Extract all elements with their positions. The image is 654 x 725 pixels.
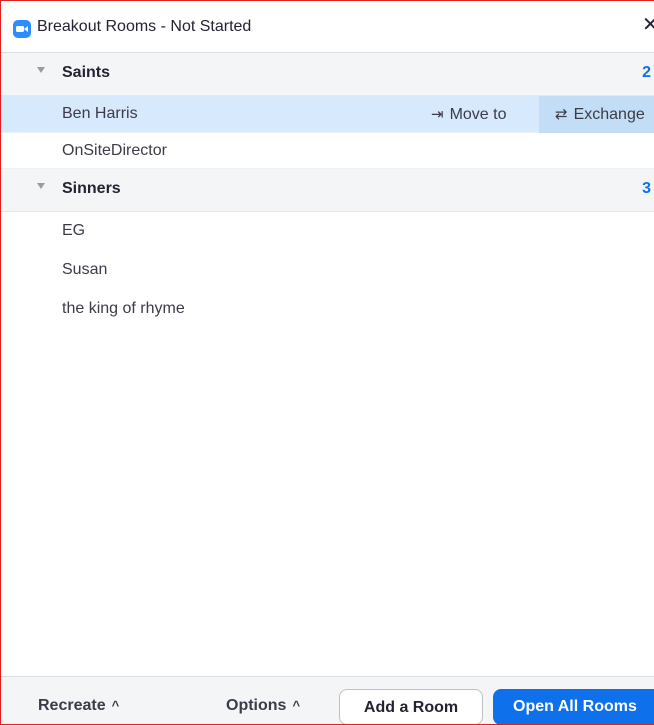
- participant-row[interactable]: Susan: [1, 251, 654, 290]
- room-participant-count: 2: [642, 64, 651, 81]
- participant-row[interactable]: Ben Harris ⇥ Move to ⇄ Exchange: [1, 96, 654, 133]
- move-to-icon: ⇥: [431, 106, 444, 123]
- exchange-label: Exchange: [573, 106, 645, 123]
- rooms-list: Saints 2 Ben Harris ⇥ Move to ⇄ Exchange O…: [1, 53, 654, 329]
- participant-row[interactable]: EG: [1, 212, 654, 251]
- participant-name: EG: [62, 222, 86, 239]
- zoom-camera-icon: [13, 20, 31, 38]
- room-header-saints[interactable]: Saints 2: [1, 53, 654, 96]
- participant-name: Susan: [62, 261, 108, 278]
- recreate-button[interactable]: Recreate ^: [38, 697, 119, 715]
- participant-name: OnSiteDirector: [62, 142, 167, 159]
- caret-down-icon[interactable]: [37, 183, 45, 189]
- chevron-up-icon: ^: [292, 698, 301, 713]
- exchange-icon: ⇄: [555, 106, 568, 123]
- participant-name: Ben Harris: [62, 105, 138, 122]
- participant-row[interactable]: the king of rhyme: [1, 290, 654, 329]
- add-room-button[interactable]: Add a Room: [339, 689, 483, 724]
- participant-name: the king of rhyme: [62, 300, 185, 317]
- room-name: Saints: [62, 64, 111, 81]
- title-bar: Breakout Rooms - Not Started ✕: [1, 1, 654, 53]
- participant-row[interactable]: OnSiteDirector: [1, 133, 654, 169]
- options-button[interactable]: Options ^: [226, 697, 300, 715]
- recreate-label: Recreate: [38, 697, 106, 714]
- window-title: Breakout Rooms - Not Started: [37, 18, 252, 35]
- room-header-sinners[interactable]: Sinners 3: [1, 169, 654, 212]
- room-name: Sinners: [62, 180, 121, 197]
- open-all-rooms-button[interactable]: Open All Rooms: [493, 689, 654, 724]
- move-to-label: Move to: [449, 106, 507, 123]
- move-to-button[interactable]: ⇥ Move to: [419, 96, 537, 133]
- room-participant-count: 3: [642, 180, 651, 197]
- footer-bar: Recreate ^ Options ^ Add a Room Open All R…: [1, 676, 654, 724]
- options-label: Options: [226, 697, 287, 714]
- exchange-button[interactable]: ⇄ Exchange: [539, 96, 654, 133]
- caret-down-icon[interactable]: [37, 67, 45, 73]
- close-icon[interactable]: ✕: [642, 15, 654, 35]
- chevron-up-icon: ^: [111, 698, 120, 713]
- breakout-rooms-window: Breakout Rooms - Not Started ✕ Saints 2 …: [0, 0, 654, 725]
